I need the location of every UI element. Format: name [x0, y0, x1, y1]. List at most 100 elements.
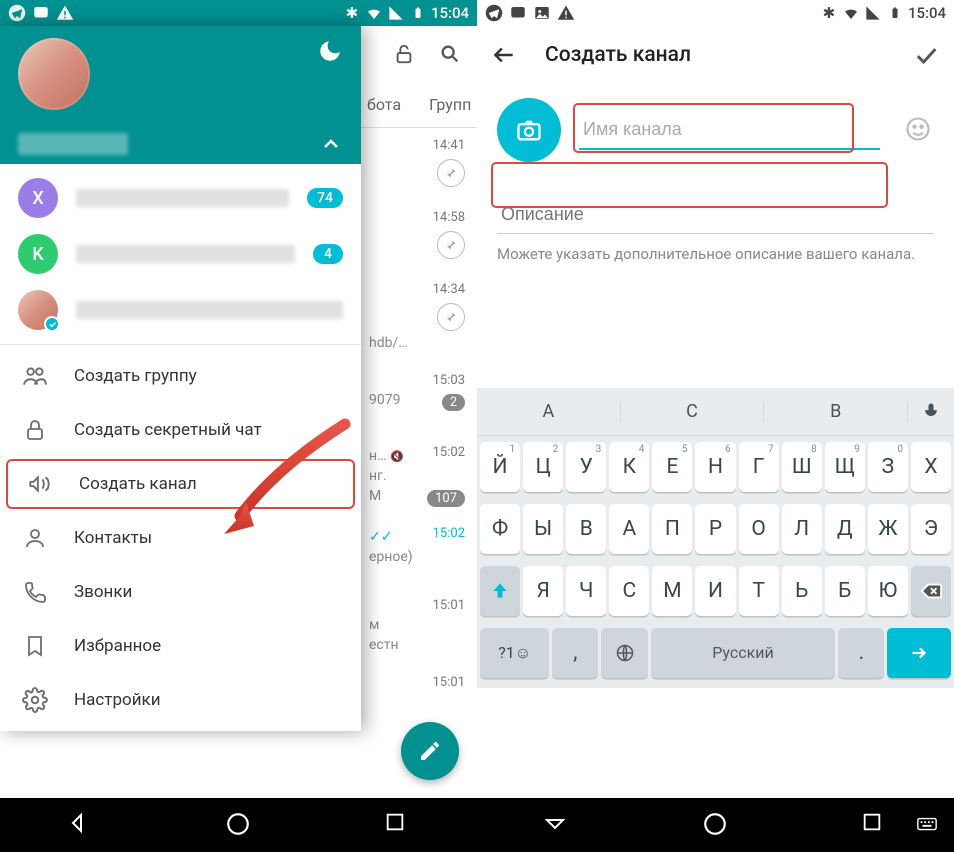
- search-icon[interactable]: [439, 43, 461, 65]
- key[interactable]: Г7: [739, 442, 779, 492]
- key[interactable]: З0: [868, 442, 908, 492]
- key[interactable]: Ы: [523, 504, 563, 554]
- channel-description-input[interactable]: [497, 194, 934, 234]
- suggestion[interactable]: С: [621, 401, 765, 422]
- key[interactable]: И: [695, 566, 735, 616]
- back-arrow-icon[interactable]: [491, 42, 517, 68]
- settings-item[interactable]: Настройки: [0, 673, 361, 727]
- key[interactable]: А: [609, 504, 649, 554]
- key[interactable]: Ш8: [782, 442, 822, 492]
- chat-row[interactable]: 15:03 2 9079: [361, 363, 477, 435]
- back-button[interactable]: [66, 811, 94, 839]
- chat-row[interactable]: ✓✓ 15:02 ерное): [361, 516, 477, 588]
- key[interactable]: Ь: [782, 566, 822, 616]
- menu-label: Настройки: [74, 690, 161, 710]
- channel-name-input[interactable]: [579, 111, 880, 150]
- key[interactable]: У3: [566, 442, 606, 492]
- account-item[interactable]: [0, 282, 361, 338]
- menu-label: Создать канал: [79, 474, 197, 494]
- key[interactable]: Д: [825, 504, 865, 554]
- globe-key[interactable]: [601, 628, 647, 678]
- create-group-item[interactable]: Создать группу: [0, 349, 361, 403]
- chat-row[interactable]: 15:01 м естн: [361, 588, 477, 665]
- chat-snippet: м: [369, 617, 465, 633]
- confirm-icon[interactable]: [912, 41, 940, 69]
- mic-icon[interactable]: [908, 401, 954, 421]
- recents-button[interactable]: [861, 811, 889, 839]
- night-mode-icon[interactable]: [317, 38, 343, 64]
- key[interactable]: К4: [609, 442, 649, 492]
- key[interactable]: Ю: [868, 566, 908, 616]
- compose-fab[interactable]: [401, 722, 459, 780]
- key[interactable]: Н6: [695, 442, 735, 492]
- contacts-item[interactable]: Контакты: [0, 511, 361, 565]
- key[interactable]: Х: [911, 442, 951, 492]
- channel-photo-button[interactable]: [497, 98, 561, 162]
- key[interactable]: Е5: [652, 442, 692, 492]
- key[interactable]: Я: [523, 566, 563, 616]
- key[interactable]: В: [566, 504, 606, 554]
- key[interactable]: Ч: [566, 566, 606, 616]
- tab-groups[interactable]: Групп: [429, 95, 471, 114]
- key[interactable]: Т: [739, 566, 779, 616]
- symbols-key[interactable]: ?1☺: [480, 628, 549, 678]
- key[interactable]: Щ9: [825, 442, 865, 492]
- key[interactable]: С: [609, 566, 649, 616]
- pin-icon: [437, 159, 465, 187]
- enter-key[interactable]: [887, 628, 951, 678]
- favorites-item[interactable]: Избранное: [0, 619, 361, 673]
- comma-key[interactable]: ,: [552, 628, 598, 678]
- key[interactable]: П: [652, 504, 692, 554]
- emoji-icon[interactable]: [904, 115, 934, 145]
- chevron-up-icon[interactable]: [319, 132, 343, 156]
- chat-snippet: 9079: [369, 392, 442, 408]
- key[interactable]: Ц2: [523, 442, 563, 492]
- key[interactable]: Й1: [480, 442, 520, 492]
- chat-row[interactable]: 14:41: [361, 128, 477, 200]
- lock-open-icon[interactable]: [393, 43, 415, 65]
- user-avatar[interactable]: [18, 38, 90, 110]
- chat-snippet: М: [369, 488, 427, 504]
- key[interactable]: Л: [782, 504, 822, 554]
- create-channel-item[interactable]: Создать канал: [6, 459, 355, 509]
- home-button[interactable]: [702, 811, 730, 839]
- backspace-key[interactable]: [911, 566, 951, 616]
- avatar-letter: X: [32, 188, 43, 209]
- tab-bots[interactable]: бота: [367, 95, 401, 114]
- chat-snippet: естн: [369, 637, 465, 653]
- chat-row[interactable]: 14:58: [361, 200, 477, 272]
- key[interactable]: О: [739, 504, 779, 554]
- home-button[interactable]: [225, 811, 253, 839]
- back-button[interactable]: [543, 811, 571, 839]
- account-item[interactable]: K 4: [0, 226, 361, 282]
- suggestion[interactable]: А: [477, 401, 621, 422]
- account-item[interactable]: X 74: [0, 170, 361, 226]
- suggestion[interactable]: В: [764, 401, 908, 422]
- key[interactable]: Ф: [480, 504, 520, 554]
- account-avatar: X: [18, 178, 58, 218]
- recents-button[interactable]: [384, 811, 412, 839]
- key[interactable]: Ж: [868, 504, 908, 554]
- chat-row[interactable]: н… 🔇 15:02 нг. 107 М: [361, 435, 477, 516]
- keyboard-row: ЯЧСМИТЬБЮ: [477, 560, 954, 622]
- image-icon: [533, 4, 551, 22]
- telegram-icon: [485, 4, 503, 22]
- username-blurred: [18, 133, 128, 155]
- chat-row[interactable]: 14:34 hdb/…: [361, 272, 477, 363]
- key[interactable]: Б: [825, 566, 865, 616]
- key[interactable]: Р: [695, 504, 735, 554]
- create-secret-chat-item[interactable]: Создать секретный чат: [0, 403, 361, 457]
- keyboard-switch-icon[interactable]: [916, 813, 940, 837]
- bluetooth-icon: ✱: [343, 4, 361, 22]
- space-key[interactable]: Русский: [651, 628, 836, 678]
- period-key[interactable]: .: [838, 628, 884, 678]
- calls-item[interactable]: Звонки: [0, 565, 361, 619]
- status-bar: ✱ 15:04: [477, 0, 954, 26]
- chat-time: 14:41: [369, 138, 465, 153]
- chat-time: 15:01: [369, 675, 465, 690]
- phone-right: ✱ 15:04 Создать канал Можете указать д: [477, 0, 954, 852]
- shift-key[interactable]: [480, 566, 520, 616]
- key[interactable]: Э: [911, 504, 951, 554]
- key[interactable]: М: [652, 566, 692, 616]
- chat-snippet: н…: [369, 448, 386, 464]
